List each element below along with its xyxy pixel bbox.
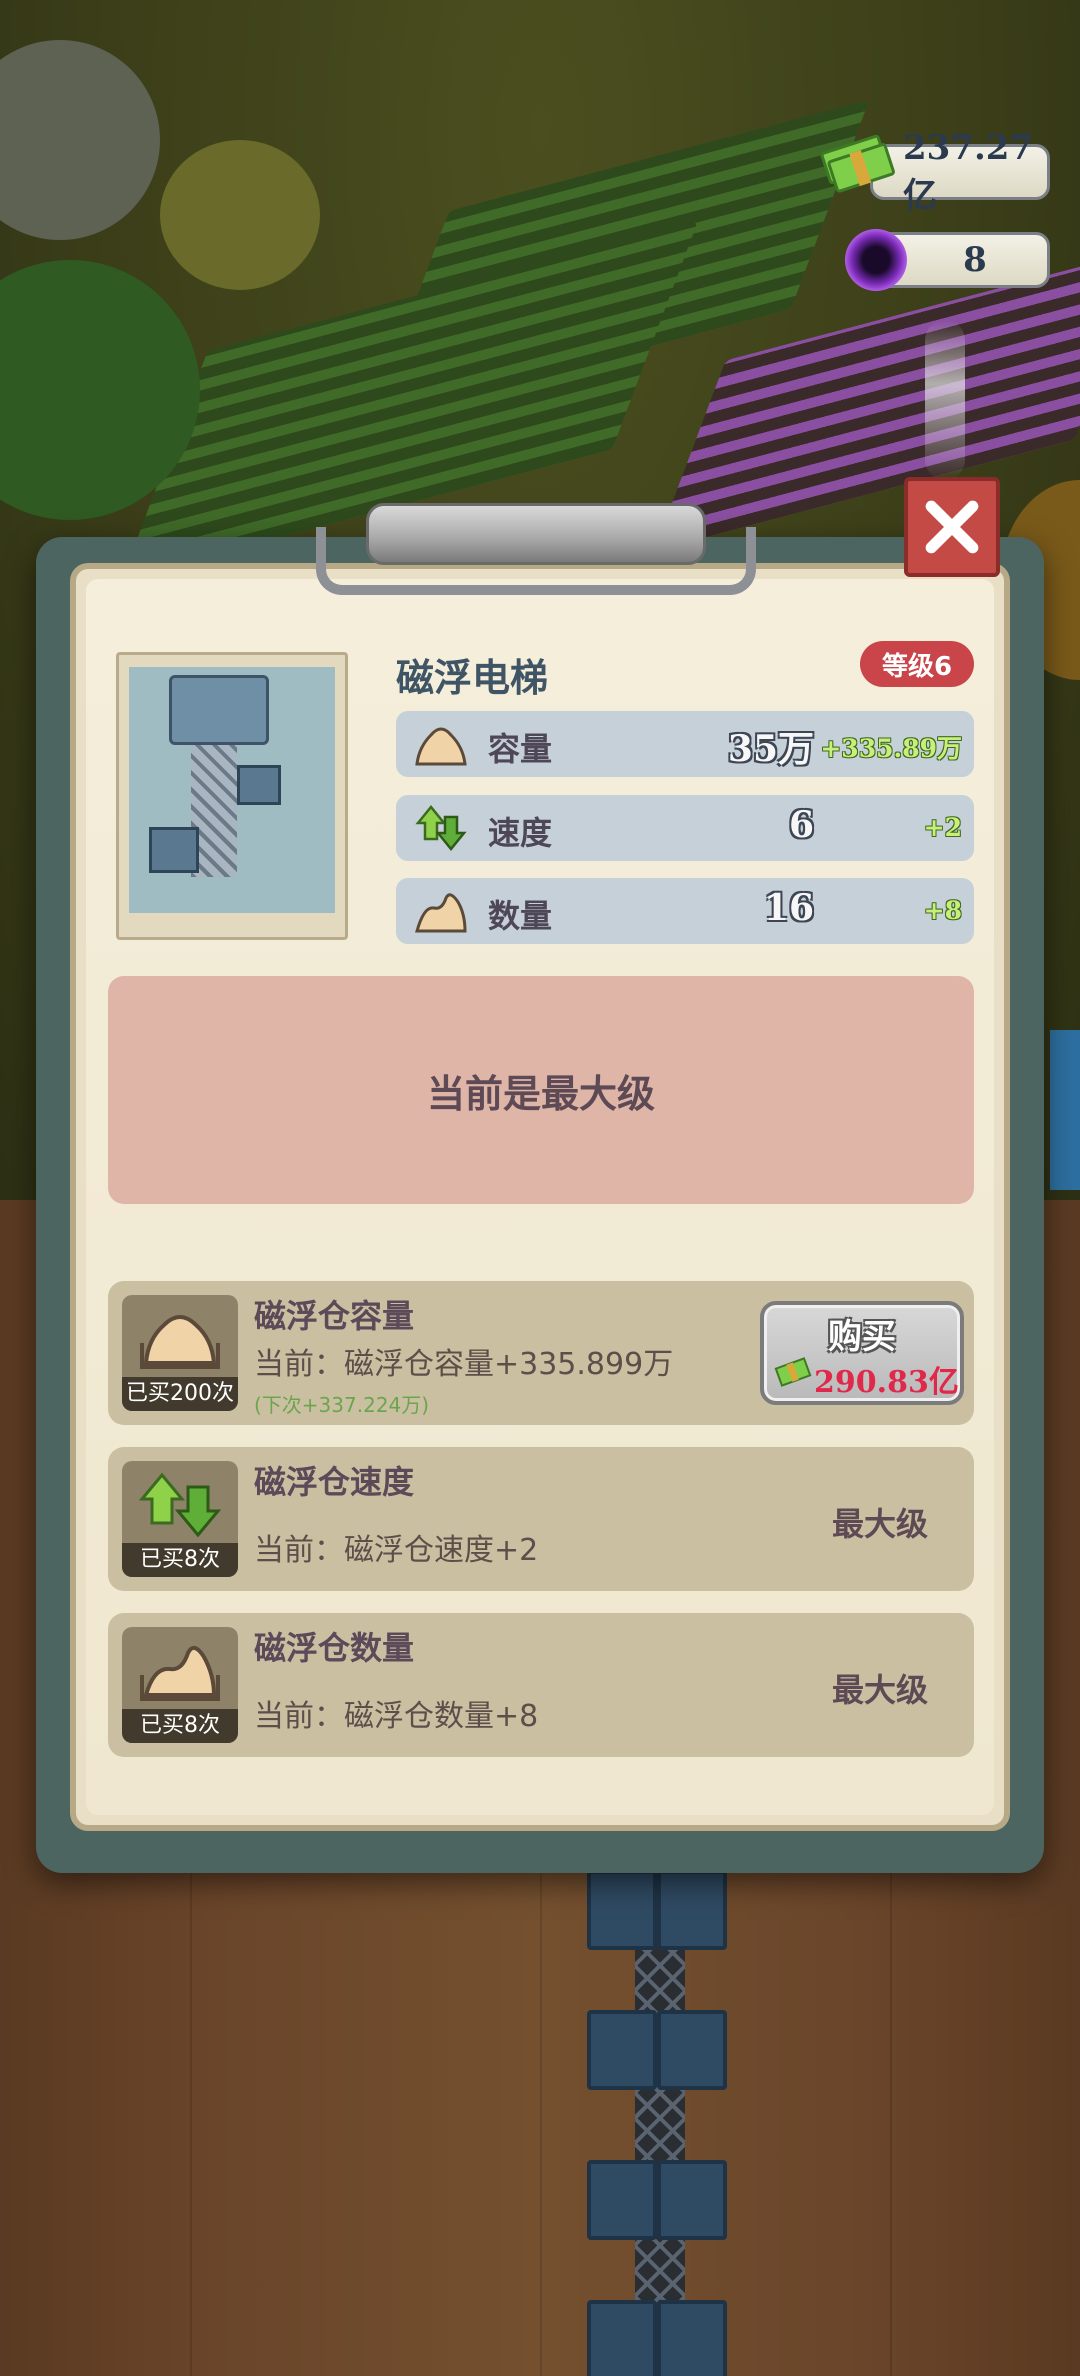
money-counter: 237.27亿 (819, 128, 1050, 216)
sand-pile-icon (415, 727, 467, 766)
upgrade-current: 当前：磁浮仓容量+335.899万 (254, 1347, 674, 1382)
upgrade-icon-box: 已买8次 (122, 1461, 238, 1577)
max-level-text: 当前是最大级 (426, 1071, 655, 1116)
upgrade-next: (下次+337.224万) (254, 1393, 430, 1417)
buy-button-label: 购买 (828, 1317, 896, 1357)
elevator-cart (657, 2300, 727, 2376)
elevator-cart (657, 2160, 727, 2240)
stat-increase: +8 (923, 896, 962, 925)
up-down-arrows-icon (415, 805, 467, 851)
stat-row-speed: 速度 6 +2 (396, 795, 974, 861)
chimney-smoke (925, 320, 965, 480)
stat-value: 35万 (727, 728, 814, 770)
stat-value: 6 (788, 804, 814, 846)
upgrade-name: 磁浮仓容量 (254, 1297, 415, 1335)
close-button[interactable] (904, 477, 1000, 577)
water (1050, 1030, 1080, 1190)
tree (160, 140, 320, 290)
stat-label: 数量 (488, 897, 553, 935)
up-down-arrows-icon (138, 1472, 222, 1538)
elevator-cart (587, 1870, 657, 1950)
elevator-cart (587, 2300, 657, 2376)
elevator-upgrade-dialog: 磁浮电梯 等级6 容量 35万 +335.89万 速度 6 +2 数量 16 +… (36, 477, 1044, 1873)
buy-button[interactable]: 购买 290.83亿 (760, 1301, 964, 1405)
upgrade-icon-box: 已买200次 (122, 1295, 238, 1411)
building-title: 磁浮电梯 (396, 656, 549, 700)
bought-count: 已买200次 (122, 1377, 238, 1411)
elevator-cart (657, 2010, 727, 2090)
stat-label: 速度 (488, 814, 553, 852)
stat-increase: +335.89万 (820, 734, 962, 763)
elevator-cart (587, 2160, 657, 2240)
upgrade-row-count: 已买8次 磁浮仓数量 当前：磁浮仓数量+8 最大级 (108, 1613, 974, 1757)
upgrade-current: 当前：磁浮仓速度+2 (254, 1533, 539, 1568)
clipboard-clip (316, 503, 756, 599)
stat-increase: +2 (923, 813, 962, 842)
bought-count: 已买8次 (122, 1543, 238, 1577)
mound-icon (140, 1645, 220, 1701)
elevator-shaft (585, 1860, 735, 2376)
sand-pile-icon (140, 1315, 220, 1369)
level-badge: 等级6 (860, 641, 974, 687)
upgrade-row-speed: 已买8次 磁浮仓速度 当前：磁浮仓速度+2 最大级 (108, 1447, 974, 1591)
stat-value: 16 (763, 887, 814, 929)
upgrade-current: 当前：磁浮仓数量+8 (254, 1699, 539, 1734)
upgrade-max-status: 最大级 (831, 1671, 928, 1709)
upgrade-name: 磁浮仓数量 (254, 1629, 415, 1667)
elevator-cart (587, 2010, 657, 2090)
mound-icon (415, 893, 467, 933)
bought-count: 已买8次 (122, 1709, 238, 1743)
purple-orb-icon (845, 229, 907, 291)
upgrade-name: 磁浮仓速度 (254, 1463, 415, 1501)
upgrade-max-status: 最大级 (831, 1505, 928, 1543)
stat-label: 容量 (488, 730, 553, 768)
close-icon (925, 500, 979, 554)
max-level-banner: 当前是最大级 (108, 976, 974, 1204)
upgrade-row-capacity: 已买200次 磁浮仓容量 当前：磁浮仓容量+335.899万 (下次+337.2… (108, 1281, 974, 1425)
buy-price: 290.83亿 (814, 1365, 959, 1400)
maglev-elevator-image (129, 667, 335, 913)
elevator-cart (657, 1870, 727, 1950)
stat-row-capacity: 容量 35万 +335.89万 (396, 711, 974, 777)
gem-amount: 8 (963, 240, 987, 280)
upgrade-icon-box: 已买8次 (122, 1627, 238, 1743)
gem-counter: 8 (845, 229, 1050, 291)
elevator-thumbnail (116, 652, 348, 940)
stat-row-count: 数量 16 +8 (396, 878, 974, 944)
